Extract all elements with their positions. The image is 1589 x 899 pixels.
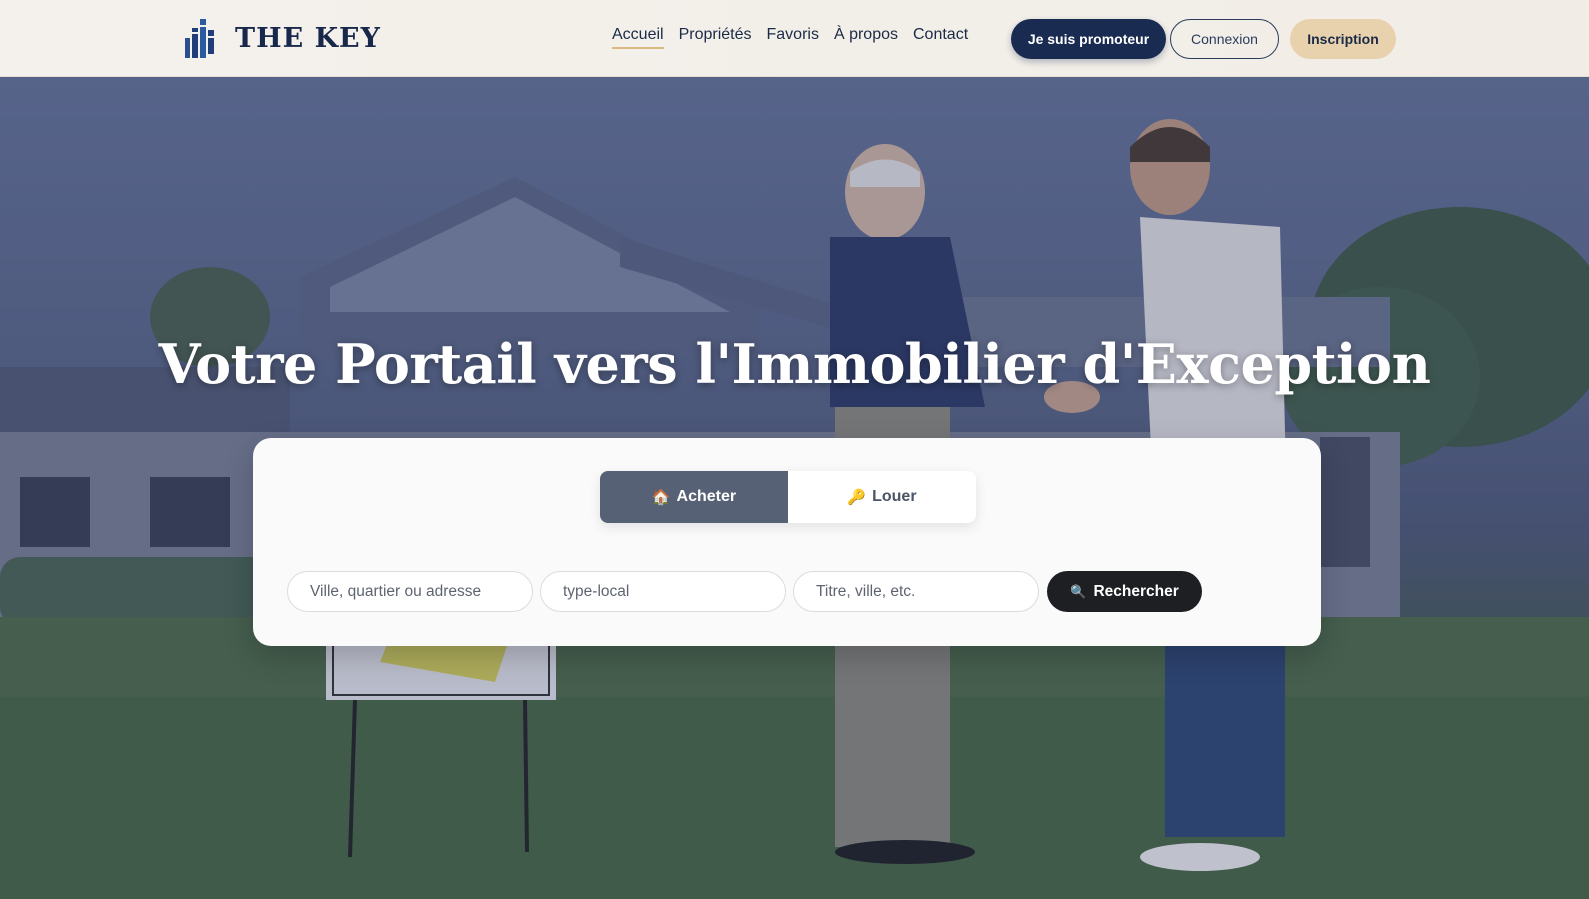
hero-section: Votre Portail vers l'Immobilier d'Except… xyxy=(0,77,1589,899)
magnifier-icon: 🔍 xyxy=(1070,583,1087,599)
building-logo-icon xyxy=(185,19,214,58)
signup-button[interactable]: Inscription xyxy=(1290,19,1396,59)
tab-acheter-label: Acheter xyxy=(676,488,737,505)
nav-contact[interactable]: Contact xyxy=(913,26,968,49)
nav-accueil[interactable]: Accueil xyxy=(612,26,664,49)
nav-proprietes[interactable]: Propriétés xyxy=(679,26,752,49)
tab-acheter[interactable]: 🏠 Acheter xyxy=(600,471,788,523)
nav-favoris[interactable]: Favoris xyxy=(767,26,819,49)
brand-name: THE KEY xyxy=(235,22,381,54)
key-icon: 🔑 xyxy=(847,489,867,506)
search-button-label: Rechercher xyxy=(1093,582,1179,600)
main-nav: Accueil Propriétés Favoris À propos Cont… xyxy=(612,26,983,49)
top-navigation-bar: THE KEY Accueil Propriétés Favoris À pro… xyxy=(0,0,1589,77)
tab-louer[interactable]: 🔑 Louer xyxy=(788,471,976,523)
promoter-button[interactable]: Je suis promoteur xyxy=(1011,19,1166,59)
brand-logo[interactable]: THE KEY xyxy=(183,16,381,60)
keyword-input[interactable] xyxy=(793,571,1039,612)
search-card: 🏠 Acheter 🔑 Louer 🔍 Rechercher xyxy=(253,438,1321,646)
hero-title: Votre Portail vers l'Immobilier d'Except… xyxy=(158,332,1431,396)
search-button[interactable]: 🔍 Rechercher xyxy=(1047,571,1202,612)
login-button[interactable]: Connexion xyxy=(1170,19,1279,59)
nav-a-propos[interactable]: À propos xyxy=(834,26,898,49)
transaction-type-tabs: 🏠 Acheter 🔑 Louer xyxy=(600,471,976,523)
house-icon: 🏠 xyxy=(651,489,671,506)
property-type-input[interactable] xyxy=(540,571,786,612)
tab-louer-label: Louer xyxy=(872,488,917,505)
location-input[interactable] xyxy=(287,571,533,612)
